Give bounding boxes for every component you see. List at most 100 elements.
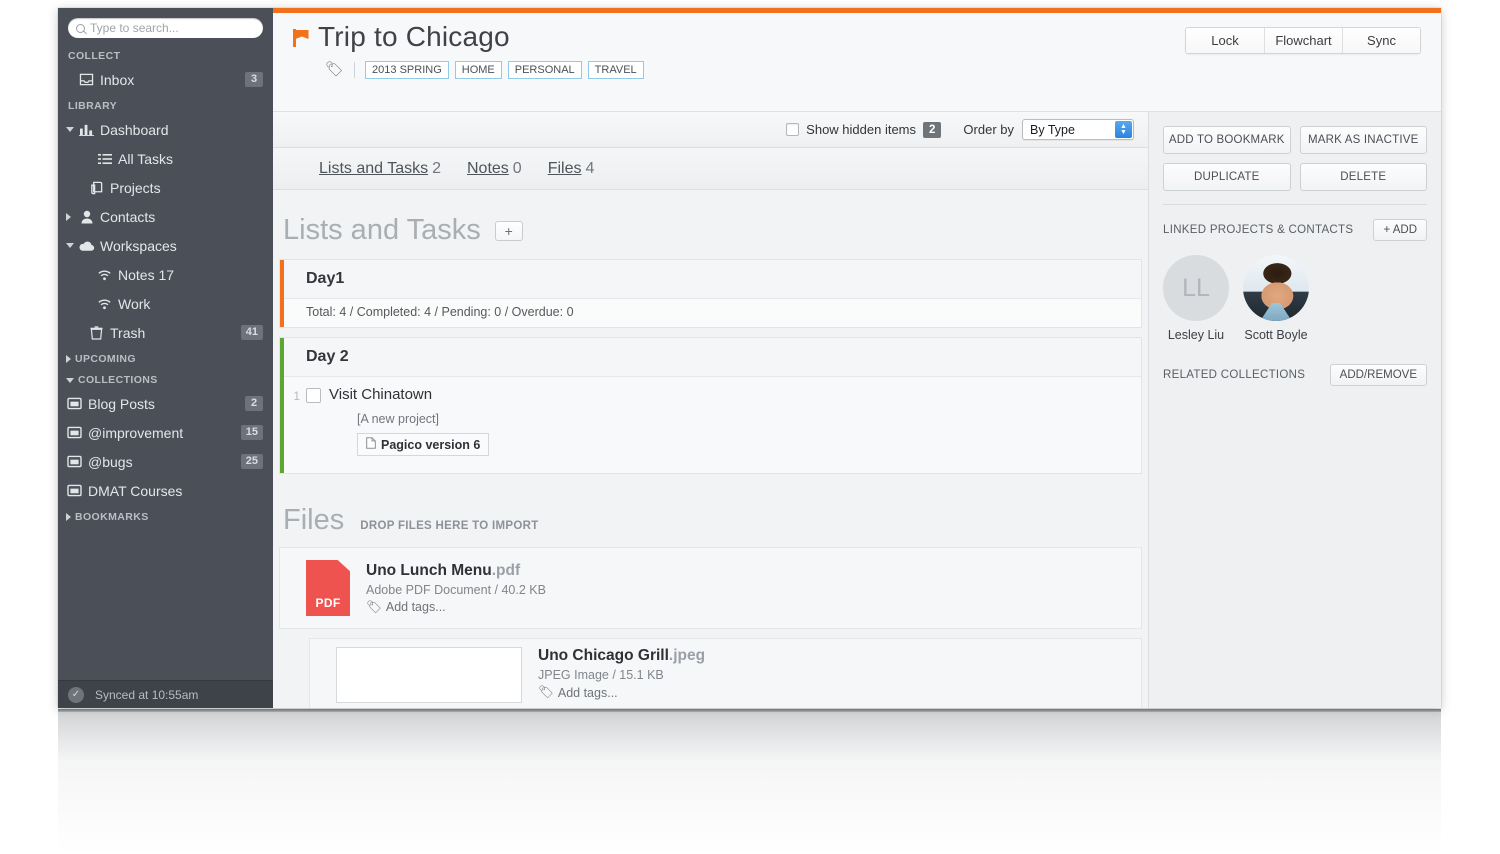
sidebar-section-label: COLLECTIONS bbox=[78, 374, 158, 386]
linked-section-header: LINKED PROJECTS & CONTACTS + ADD bbox=[1163, 219, 1427, 241]
file-extension: .jpeg bbox=[668, 647, 706, 664]
sidebar-item-contacts[interactable]: Contacts bbox=[58, 202, 273, 231]
tab-label: Files bbox=[547, 159, 582, 177]
sidebar-item-blog-posts[interactable]: Blog Posts 2 bbox=[58, 389, 273, 418]
right-panel: ADD TO BOOKMARK MARK AS INACTIVE DUPLICA… bbox=[1148, 112, 1441, 708]
sidebar-item-trash[interactable]: Trash 41 bbox=[58, 318, 273, 347]
file-add-tags[interactable]: 🏷 Add tags... bbox=[366, 600, 546, 615]
card-body: 1 Visit Chinatown [A new project] Pagico… bbox=[280, 376, 1141, 473]
collection-icon bbox=[66, 426, 83, 439]
sidebar-item-badge: 2 bbox=[245, 396, 263, 411]
contact-card[interactable]: LL Lesley Liu bbox=[1163, 255, 1229, 342]
avatar bbox=[1243, 255, 1309, 321]
sidebar-item-inbox[interactable]: Inbox 3 bbox=[58, 65, 273, 94]
tab-count: 4 bbox=[585, 159, 595, 177]
sidebar-item-all-tasks[interactable]: All Tasks bbox=[58, 144, 273, 173]
file-basename: Uno Chicago Grill bbox=[538, 647, 669, 664]
chevron-down-icon[interactable] bbox=[66, 127, 78, 132]
sidebar-item-label: Blog Posts bbox=[88, 395, 155, 412]
add-remove-collections-button[interactable]: ADD/REMOVE bbox=[1329, 364, 1427, 386]
list-card-day1[interactable]: Day1 Total: 4 / Completed: 4 / Pending: … bbox=[279, 259, 1142, 328]
sidebar-section-upcoming[interactable]: UPCOMING bbox=[58, 347, 273, 368]
mark-as-inactive-button[interactable]: MARK AS INACTIVE bbox=[1299, 126, 1427, 154]
tabs-row: Lists and Tasks 2 Notes 0 Files 4 bbox=[273, 148, 1148, 190]
check-circle-icon: ✓ bbox=[68, 686, 84, 703]
list-card-day2[interactable]: Day 2 1 Visit Chinatown [A new project] bbox=[279, 337, 1142, 474]
files-section-title: Files bbox=[283, 504, 345, 536]
files-section-header: Files DROP FILES HERE TO IMPORT bbox=[273, 474, 1148, 547]
task-row[interactable]: 1 Visit Chinatown bbox=[280, 377, 1141, 403]
tag-chip[interactable]: HOME bbox=[454, 61, 502, 79]
add-list-button[interactable]: + bbox=[494, 220, 523, 241]
contact-card[interactable]: Scott Boyle bbox=[1243, 255, 1309, 342]
tag-chip[interactable]: PERSONAL bbox=[507, 61, 582, 79]
show-hidden-items-checkbox[interactable] bbox=[786, 123, 800, 136]
tag-chip[interactable]: TRAVEL bbox=[587, 61, 644, 79]
lock-button[interactable]: Lock bbox=[1186, 28, 1264, 53]
panel-button-row: ADD TO BOOKMARK MARK AS INACTIVE bbox=[1163, 126, 1427, 154]
divider bbox=[1163, 204, 1427, 205]
show-hidden-items-label: Show hidden items bbox=[806, 122, 917, 137]
page-title: Trip to Chicago bbox=[318, 21, 510, 52]
chevron-right-icon[interactable] bbox=[66, 212, 78, 221]
sidebar-item-label: Dashboard bbox=[100, 121, 169, 138]
inbox-icon bbox=[78, 73, 95, 86]
sidebar-item-workspaces[interactable]: Workspaces bbox=[58, 231, 273, 260]
sidebar-item-projects[interactable]: Projects bbox=[58, 173, 273, 202]
related-collections-header: RELATED COLLECTIONS ADD/REMOVE bbox=[1163, 364, 1427, 386]
delete-button[interactable]: DELETE bbox=[1299, 163, 1427, 191]
person-icon bbox=[78, 210, 95, 224]
sidebar-item-label: Projects bbox=[110, 179, 161, 196]
sidebar-item-label: All Tasks bbox=[118, 150, 173, 167]
tab-files[interactable]: Files 4 bbox=[548, 160, 595, 178]
window-reflection bbox=[58, 709, 1441, 854]
sidebar-item-notes[interactable]: Notes 17 bbox=[58, 260, 273, 289]
add-linked-button[interactable]: + ADD bbox=[1373, 219, 1427, 241]
page-header: Trip to Chicago 🏷 2013 SPRING HOME PERSO… bbox=[273, 13, 1441, 112]
linked-project-chip[interactable]: Pagico version 6 bbox=[357, 433, 490, 456]
show-hidden-items-control[interactable]: Show hidden items 2 bbox=[786, 121, 942, 138]
tab-lists-and-tasks[interactable]: Lists and Tasks 2 bbox=[319, 160, 441, 178]
file-row[interactable]: PDF Uno Lunch Menu.pdf Adobe PDF Documen… bbox=[279, 547, 1142, 629]
add-to-bookmark-button[interactable]: ADD TO BOOKMARK bbox=[1163, 126, 1291, 154]
sidebar-section-library: LIBRARY bbox=[68, 100, 118, 112]
sidebar-section-label: BOOKMARKS bbox=[75, 511, 149, 523]
list-icon bbox=[96, 153, 113, 165]
sidebar-item-label: Inbox bbox=[100, 71, 135, 88]
sidebar-item-label: Contacts bbox=[100, 208, 156, 225]
sidebar-item-dashboard[interactable]: Dashboard bbox=[58, 115, 273, 144]
chip-label: Pagico version 6 bbox=[381, 437, 481, 452]
tag-chip[interactable]: 2013 SPRING bbox=[365, 61, 449, 79]
file-meta: Adobe PDF Document / 40.2 KB bbox=[366, 582, 546, 597]
chevron-down-icon[interactable] bbox=[66, 243, 78, 248]
contact-name: Lesley Liu bbox=[1167, 328, 1225, 342]
tab-notes[interactable]: Notes 0 bbox=[467, 160, 522, 178]
sidebar-item-work[interactable]: Work bbox=[58, 289, 273, 318]
sidebar-section-bookmarks[interactable]: BOOKMARKS bbox=[58, 505, 273, 526]
order-by-select[interactable]: By Type ▲ ▼ bbox=[1022, 119, 1134, 140]
sidebar-item-improvement[interactable]: @improvement 15 bbox=[58, 418, 273, 447]
tab-label: Lists and Tasks bbox=[319, 159, 429, 177]
order-by-label: Order by bbox=[963, 122, 1014, 137]
trash-icon bbox=[88, 325, 105, 340]
card-title: Day1 bbox=[280, 260, 1141, 298]
sidebar-section-collections[interactable]: COLLECTIONS bbox=[58, 368, 273, 389]
file-row[interactable]: Uno Chicago Grill.jpeg JPEG Image / 15.1… bbox=[309, 638, 1142, 708]
divider bbox=[354, 62, 356, 78]
file-add-tags[interactable]: 🏷 Add tags... bbox=[538, 685, 705, 700]
duplicate-button[interactable]: DUPLICATE bbox=[1163, 163, 1291, 191]
tag-icon: 🏷 bbox=[538, 685, 554, 699]
search-input[interactable]: Type to search... bbox=[68, 18, 263, 38]
task-checkbox[interactable] bbox=[306, 388, 321, 403]
sidebar-item-bugs[interactable]: @bugs 25 bbox=[58, 447, 273, 476]
chevron-down-icon bbox=[66, 377, 74, 383]
flowchart-button[interactable]: Flowchart bbox=[1264, 28, 1342, 53]
drop-files-hint: DROP FILES HERE TO IMPORT bbox=[360, 520, 539, 532]
sidebar-item-dmat-courses[interactable]: DMAT Courses bbox=[58, 476, 273, 505]
chevron-right-icon bbox=[66, 513, 71, 521]
sidebar-item-label: Work bbox=[118, 295, 151, 312]
sidebar-item-label: Notes 17 bbox=[118, 266, 175, 283]
collection-icon bbox=[66, 455, 83, 468]
content-scroll-area[interactable]: Lists and Tasks + Day1 Total: 4 / Comple… bbox=[273, 190, 1148, 708]
sync-button[interactable]: Sync bbox=[1342, 28, 1420, 53]
